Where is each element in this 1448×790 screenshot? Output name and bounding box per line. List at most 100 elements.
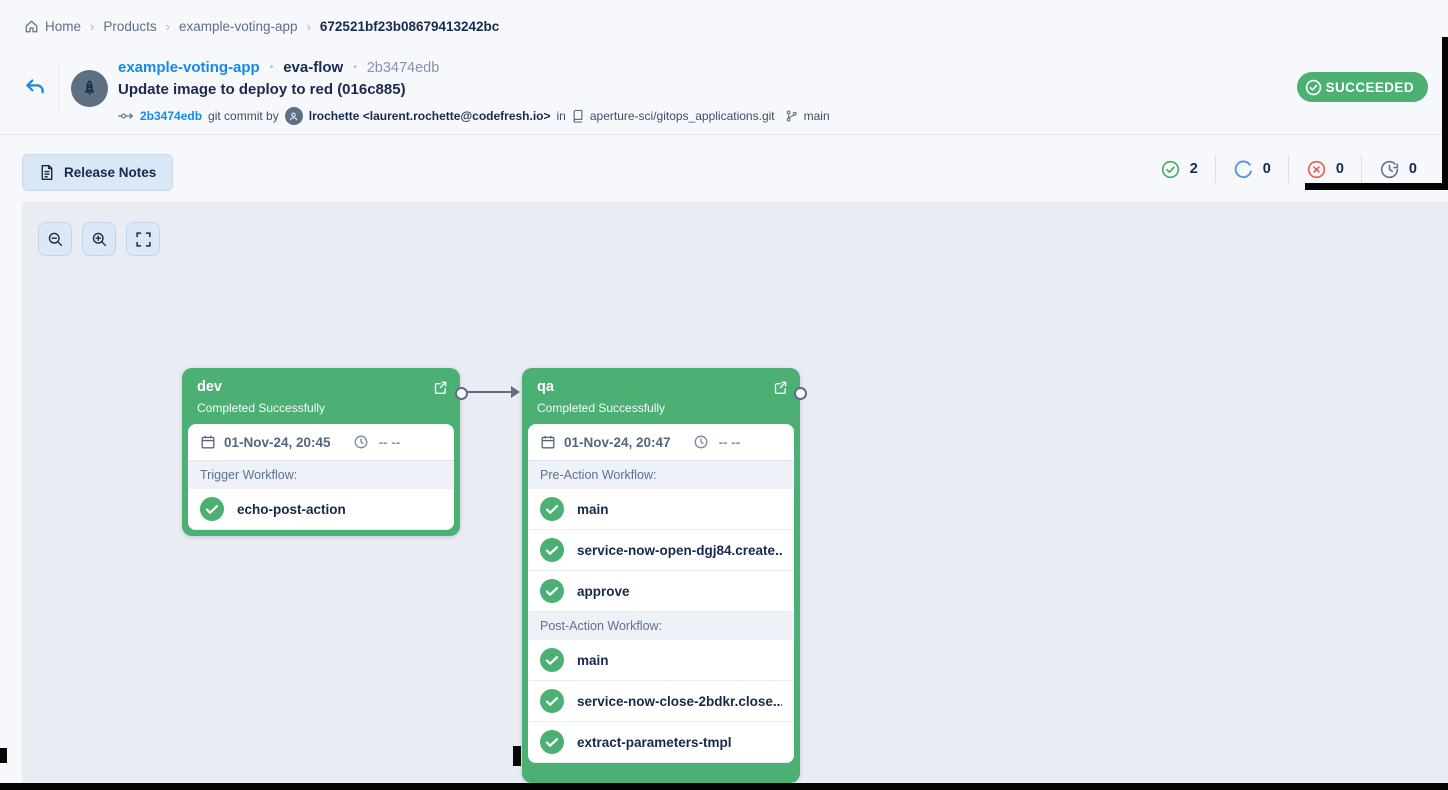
workflow-section-label: Post-Action Workflow:: [528, 612, 794, 640]
home-icon: [24, 19, 39, 34]
open-environment-icon[interactable]: [773, 380, 788, 395]
duration-clock-icon: [353, 434, 369, 450]
commit-author: lrochette <laurent.rochette@codefresh.io…: [309, 109, 551, 123]
env-date-row: 01-Nov-24, 20:47 -- --: [528, 424, 794, 461]
workflow-item[interactable]: approve: [528, 571, 794, 612]
release-notes-label: Release Notes: [64, 165, 156, 180]
dark-overlay-notch: [0, 748, 7, 763]
workflow-section-label: Pre-Action Workflow:: [528, 461, 794, 489]
workflow-item[interactable]: echo-post-action: [188, 489, 454, 530]
count-value: 0: [1409, 161, 1417, 177]
zoom-in-button[interactable]: [82, 222, 116, 256]
user-icon: [288, 111, 299, 122]
breadcrumb-label: Home: [45, 19, 81, 34]
running-spinner-icon: [1233, 159, 1254, 180]
release-avatar: [71, 70, 108, 107]
env-name: qa: [537, 379, 760, 396]
dot-separator: •: [270, 62, 274, 73]
release-hash: 2b3474edb: [367, 60, 440, 76]
header-rule: [0, 134, 1448, 135]
workflow-item[interactable]: service-now-close-2bdkr.close...: [528, 681, 794, 722]
env-duration: -- --: [379, 435, 401, 450]
breadcrumb-separator: ›: [307, 19, 311, 34]
pending-clock-icon: [1379, 159, 1400, 180]
env-node-header: dev Completed Successfully: [182, 368, 460, 424]
connector-output-handle[interactable]: [455, 387, 468, 400]
rocket-icon: [79, 78, 100, 99]
branch-icon: [785, 109, 798, 123]
success-check-icon: [540, 497, 564, 521]
workflow-item-name: echo-post-action: [237, 502, 346, 517]
connector-edge: [466, 391, 513, 393]
env-node-dev[interactable]: dev Completed Successfully 01-Nov-24, 20…: [182, 368, 460, 536]
count-value: 0: [1263, 161, 1271, 177]
env-name: dev: [197, 379, 420, 396]
env-status: Completed Successfully: [537, 401, 760, 415]
commit-repo[interactable]: aperture-sci/gitops_applications.git: [590, 109, 775, 123]
env-date-row: 01-Nov-24, 20:45 -- --: [188, 424, 454, 461]
calendar-icon: [200, 434, 216, 450]
flow-name: eva-flow: [283, 59, 343, 76]
workflow-item-name: service-now-close-2bdkr.close...: [577, 694, 782, 709]
env-duration: -- --: [719, 435, 741, 450]
count-running[interactable]: 0: [1216, 159, 1288, 180]
release-details-page: Home › Products › example-voting-app › 6…: [0, 0, 1448, 790]
success-check-icon: [540, 689, 564, 713]
success-check-icon: [540, 730, 564, 754]
dark-overlay-right-bottom: [1305, 183, 1448, 190]
status-badge: SUCCEEDED: [1297, 72, 1428, 102]
env-node-qa[interactable]: qa Completed Successfully 01-Nov-24, 20:…: [522, 368, 800, 783]
error-count-icon: [1306, 159, 1327, 180]
workflow-item[interactable]: main: [528, 489, 794, 530]
app-link[interactable]: example-voting-app: [118, 59, 260, 76]
commit-hash-link[interactable]: 2b3474edb: [140, 109, 202, 123]
dark-overlay-right: [1442, 37, 1448, 190]
count-pending[interactable]: 0: [1362, 159, 1434, 180]
commit-message: Update image to deploy to red (016c885): [118, 81, 830, 102]
breadcrumb-home[interactable]: Home: [24, 19, 81, 34]
success-check-icon: [540, 538, 564, 562]
release-title-line: example-voting-app • eva-flow • 2b3474ed…: [118, 57, 830, 78]
dark-overlay-notch: [513, 746, 521, 766]
count-value: 0: [1336, 161, 1344, 177]
commit-by-label: git commit by: [208, 109, 279, 123]
duration-clock-icon: [693, 434, 709, 450]
env-node-header: qa Completed Successfully: [522, 368, 800, 424]
back-button[interactable]: [22, 74, 48, 100]
count-succeeded[interactable]: 2: [1143, 159, 1215, 180]
open-environment-icon[interactable]: [433, 380, 448, 395]
workflow-item[interactable]: service-now-open-dgj84.create...: [528, 530, 794, 571]
status-badge-label: SUCCEEDED: [1326, 80, 1414, 95]
env-date: 01-Nov-24, 20:47: [564, 435, 671, 450]
promotion-flow-canvas[interactable]: dev Completed Successfully 01-Nov-24, 20…: [22, 202, 1448, 790]
commit-in-label: in: [557, 109, 566, 123]
fit-view-button[interactable]: [126, 222, 160, 256]
calendar-icon: [540, 434, 556, 450]
header-divider: [58, 62, 59, 116]
env-date: 01-Nov-24, 20:45: [224, 435, 331, 450]
workflow-item-name: extract-parameters-tmpl: [577, 735, 732, 750]
workflow-section-label: Trigger Workflow:: [188, 461, 454, 489]
breadcrumb-product[interactable]: example-voting-app: [179, 19, 298, 34]
check-circle-icon: [1304, 78, 1323, 97]
commit-details-line: 2b3474edb git commit by lrochette <laure…: [118, 107, 830, 125]
connector-output-handle[interactable]: [794, 387, 807, 400]
breadcrumb-release-id: 672521bf23b08679413242bc: [320, 19, 499, 34]
zoom-out-button[interactable]: [38, 222, 72, 256]
commit-icon: [118, 110, 134, 122]
user-avatar: [285, 107, 303, 125]
repo-icon: [572, 109, 584, 123]
commit-branch[interactable]: main: [804, 109, 830, 123]
release-notes-button[interactable]: Release Notes: [22, 154, 173, 191]
connector-arrowhead: [511, 386, 520, 398]
dark-overlay-bottom: [0, 783, 1448, 790]
workflow-item[interactable]: extract-parameters-tmpl: [528, 722, 794, 763]
document-icon: [39, 164, 55, 181]
breadcrumb-separator: ›: [90, 19, 94, 34]
workflow-item-name: service-now-open-dgj84.create...: [577, 543, 782, 558]
count-failed[interactable]: 0: [1289, 159, 1361, 180]
breadcrumb-products[interactable]: Products: [103, 19, 156, 34]
release-header: example-voting-app • eva-flow • 2b3474ed…: [118, 57, 830, 125]
env-node-body: 01-Nov-24, 20:47 -- -- Pre-Action Workfl…: [528, 424, 794, 763]
workflow-item[interactable]: main: [528, 640, 794, 681]
